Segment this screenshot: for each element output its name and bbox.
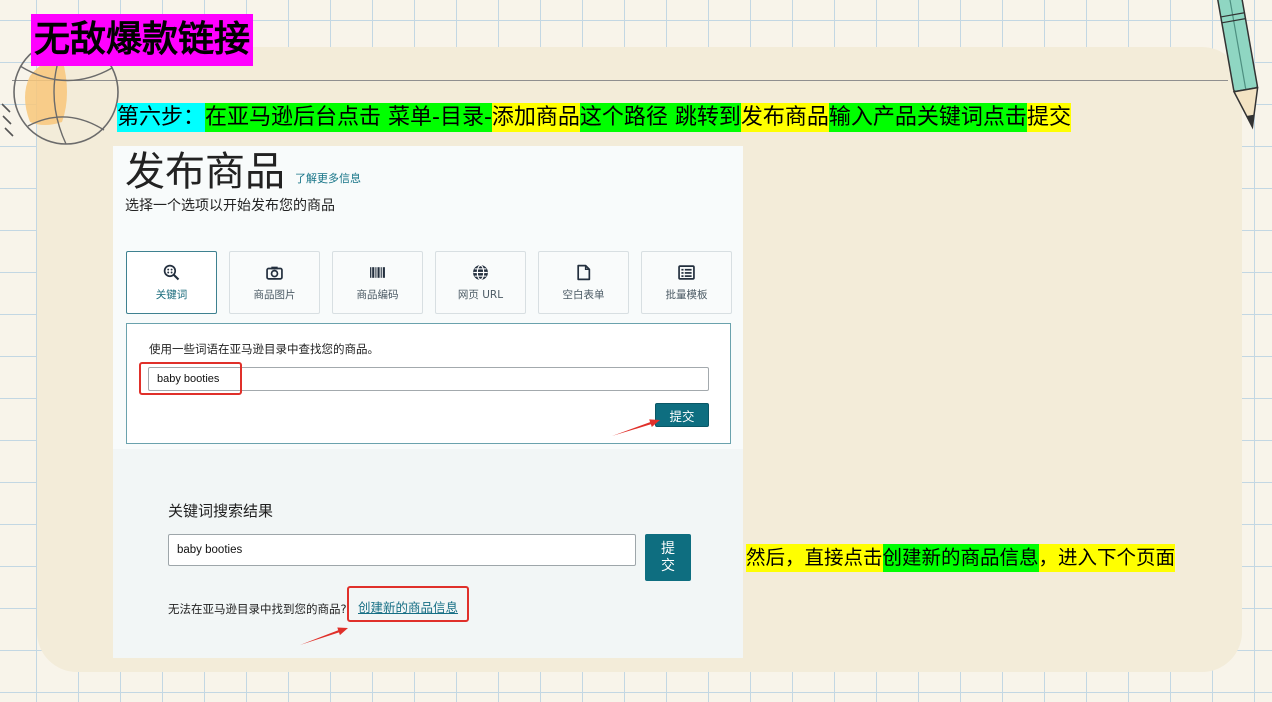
- step-text-segment: 输入产品关键词点击: [828, 103, 1027, 132]
- tab-web-url[interactable]: 网页 URL: [435, 251, 526, 314]
- step-text-segment: 这个路径 跳转到: [579, 103, 741, 132]
- tab-label: 空白表单: [562, 289, 605, 301]
- side-note: 然后，直接点击 创建新的商品信息 ，进入下个页面: [746, 544, 1176, 572]
- pencil-doodle: [1215, 0, 1259, 130]
- tab-label: 网页 URL: [457, 289, 504, 301]
- document-icon: [577, 264, 591, 281]
- barcode-icon: [370, 267, 385, 278]
- slide-title: 无敌爆款链接: [31, 14, 254, 66]
- header-rule: [12, 80, 1228, 81]
- globe-icon: [473, 264, 488, 281]
- note-text-segment: 创建新的商品信息: [882, 544, 1039, 572]
- submit-button-label: 提交: [661, 540, 675, 574]
- tab-bulk-template[interactable]: 批量模板: [641, 251, 732, 314]
- step-text-segment: 提交: [1026, 103, 1071, 132]
- tab-label: 商品编码: [356, 289, 399, 301]
- keyword-submit-button[interactable]: 提交: [655, 403, 709, 427]
- note-text-segment: 然后，直接点击: [746, 544, 883, 572]
- tab-product-image[interactable]: 商品图片: [229, 251, 320, 314]
- listing-method-tabs: 关键词 商品图片 商品编码 网页 URL 空白表单 批量模板: [126, 251, 732, 314]
- page-subtitle: 选择一个选项以开始发布您的商品: [125, 198, 335, 214]
- step-label: 第六步：: [117, 103, 206, 132]
- tab-label: 关键词: [155, 289, 188, 301]
- search-results-heading: 关键词搜索结果: [168, 502, 274, 520]
- keyword-search-icon: [163, 264, 180, 281]
- highlight-box-create-link: [347, 586, 469, 622]
- tab-blank-form[interactable]: 空白表单: [538, 251, 629, 314]
- note-text-segment: ，进入下个页面: [1038, 544, 1176, 572]
- page-title: 发布商品: [125, 149, 285, 195]
- step-instruction: 第六步： 在亚马逊后台点击 菜单-目录- 添加商品 这个路径 跳转到 发布商品 输入产品关…: [117, 103, 1071, 132]
- not-found-text: 无法在亚马逊目录中找到您的商品?: [168, 602, 347, 616]
- step-text-segment: 发布商品: [740, 103, 829, 132]
- search-results-input[interactable]: [168, 534, 636, 566]
- step-text-segment: 在亚马逊后台点击 菜单-目录-: [205, 103, 492, 132]
- tab-keyword[interactable]: 关键词: [126, 251, 217, 314]
- tab-label: 批量模板: [665, 289, 708, 301]
- publish-product-screenshot: 发布商品 了解更多信息 选择一个选项以开始发布您的商品 关键词 商品图片 商品编…: [113, 146, 743, 658]
- step-text-segment: 添加商品: [491, 103, 580, 132]
- camera-icon: [266, 266, 283, 280]
- tab-label: 商品图片: [253, 289, 296, 301]
- search-results-submit-button[interactable]: 提交: [645, 534, 691, 581]
- keyword-instruction: 使用一些词语在亚马逊目录中查找您的商品。: [149, 342, 379, 356]
- tab-product-code[interactable]: 商品编码: [332, 251, 423, 314]
- spreadsheet-icon: [678, 265, 695, 280]
- highlight-box-keyword: [139, 362, 242, 395]
- learn-more-link[interactable]: 了解更多信息: [295, 172, 361, 186]
